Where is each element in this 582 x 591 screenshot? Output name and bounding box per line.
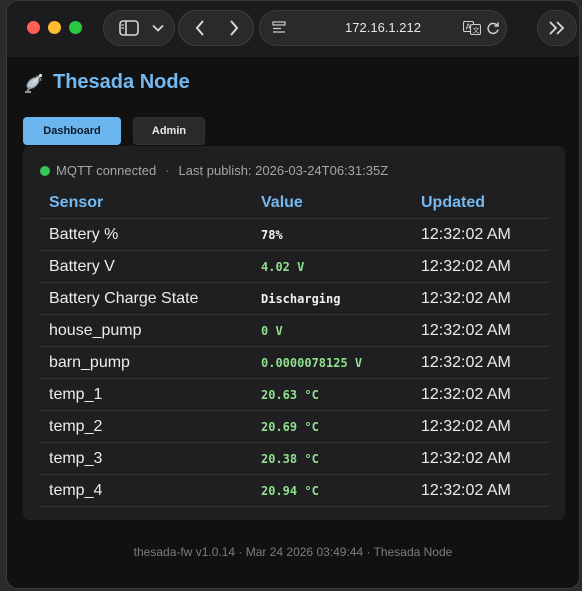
- reload-icon[interactable]: [484, 11, 502, 45]
- table-row: Battery V 4.02 V 12:32:02 AM: [39, 250, 549, 283]
- sensor-name: temp_2: [39, 410, 251, 443]
- sensor-value: 0 V: [251, 314, 411, 347]
- updated-time: 12:32:02 AM: [411, 314, 549, 347]
- sensor-name: barn_pump: [39, 346, 251, 379]
- sensor-value: 0.0000078125 V: [251, 346, 411, 379]
- tab-admin[interactable]: Admin: [133, 117, 205, 145]
- table-row: barn_pump 0.0000078125 V 12:32:02 AM: [39, 346, 549, 379]
- sensor-name: temp_1: [39, 378, 251, 411]
- updated-time: 12:32:02 AM: [411, 442, 549, 475]
- sensor-value: 20.63 °C: [251, 378, 411, 411]
- sensor-name: temp_4: [39, 474, 251, 507]
- column-header-value: Value: [251, 188, 411, 219]
- updated-time: 12:32:02 AM: [411, 346, 549, 379]
- back-arrow-icon[interactable]: [185, 11, 215, 45]
- overflow-group: [537, 10, 577, 46]
- table-row: temp_4 20.94 °C 12:32:02 AM: [39, 474, 549, 507]
- updated-time: 12:32:02 AM: [411, 218, 549, 251]
- sensor-value: Discharging: [251, 282, 411, 315]
- chevron-down-icon[interactable]: [146, 11, 170, 45]
- sensor-table: Sensor Value Updated Battery % 78% 12:32:0…: [39, 188, 549, 507]
- status-dot: [40, 165, 50, 176]
- updated-time: 12:32:02 AM: [411, 282, 549, 315]
- address-bar[interactable]: 172.16.1.212 A文: [259, 10, 507, 46]
- updated-time: 12:32:02 AM: [411, 378, 549, 411]
- sensor-value: 20.69 °C: [251, 410, 411, 443]
- sensor-card: MQTT connected · Last publish: 2026-03-2…: [23, 146, 565, 520]
- table-row: house_pump 0 V 12:32:02 AM: [39, 314, 549, 347]
- connection-status: MQTT connected · Last publish: 2026-03-2…: [40, 163, 388, 178]
- sensor-name: Battery Charge State: [39, 282, 251, 315]
- column-header-sensor: Sensor: [39, 188, 251, 219]
- sensor-value: 78%: [251, 218, 411, 251]
- table-row: temp_2 20.69 °C 12:32:02 AM: [39, 410, 549, 443]
- double-chevron-right-icon[interactable]: [543, 11, 571, 45]
- table-header-row: Sensor Value Updated: [39, 188, 549, 219]
- translate-icon[interactable]: A文: [462, 11, 482, 45]
- app-title: Thesada Node: [53, 70, 190, 93]
- table-row: Battery % 78% 12:32:02 AM: [39, 218, 549, 251]
- sensor-name: Battery V: [39, 250, 251, 283]
- page-content: Thesada Node Dashboard Admin MQTT connec…: [7, 58, 579, 588]
- column-header-updated: Updated: [411, 188, 549, 219]
- sensor-value: 20.94 °C: [251, 474, 411, 507]
- sidebar-toggle-icon[interactable]: [114, 11, 144, 45]
- status-separator: ·: [165, 163, 170, 178]
- table-row: temp_3 20.38 °C 12:32:02 AM: [39, 442, 549, 475]
- minimize-window-button[interactable]: [48, 21, 61, 34]
- browser-toolbar: 172.16.1.212 A文: [7, 1, 579, 58]
- updated-time: 12:32:02 AM: [411, 474, 549, 507]
- table-row: Battery Charge State Discharging 12:32:02 …: [39, 282, 549, 315]
- mqtt-status: MQTT connected: [56, 163, 157, 178]
- sensor-value: 20.38 °C: [251, 442, 411, 475]
- navigation-group: [178, 10, 254, 46]
- sensor-name: Battery %: [39, 218, 251, 251]
- svg-text:文: 文: [473, 26, 480, 35]
- sidebar-toggle-group: [103, 10, 175, 46]
- close-window-button[interactable]: [27, 21, 40, 34]
- footer-text: thesada-fw v1.0.14 · Mar 24 2026 03:49:4…: [133, 545, 453, 559]
- page-title: Thesada Node: [23, 70, 190, 94]
- forward-arrow-icon[interactable]: [219, 11, 249, 45]
- browser-window: 172.16.1.212 A文 Thesada Node Dashboard A…: [6, 0, 580, 589]
- sensor-value: 4.02 V: [251, 250, 411, 283]
- tab-dashboard[interactable]: Dashboard: [23, 117, 121, 145]
- sensor-name: temp_3: [39, 442, 251, 475]
- updated-time: 12:32:02 AM: [411, 410, 549, 443]
- updated-time: 12:32:02 AM: [411, 250, 549, 283]
- last-publish: Last publish: 2026-03-24T06:31:35Z: [178, 163, 389, 178]
- sensor-name: house_pump: [39, 314, 251, 347]
- satellite-antenna-icon: [23, 70, 47, 94]
- zoom-window-button[interactable]: [69, 21, 82, 34]
- table-row: temp_1 20.63 °C 12:32:02 AM: [39, 378, 549, 411]
